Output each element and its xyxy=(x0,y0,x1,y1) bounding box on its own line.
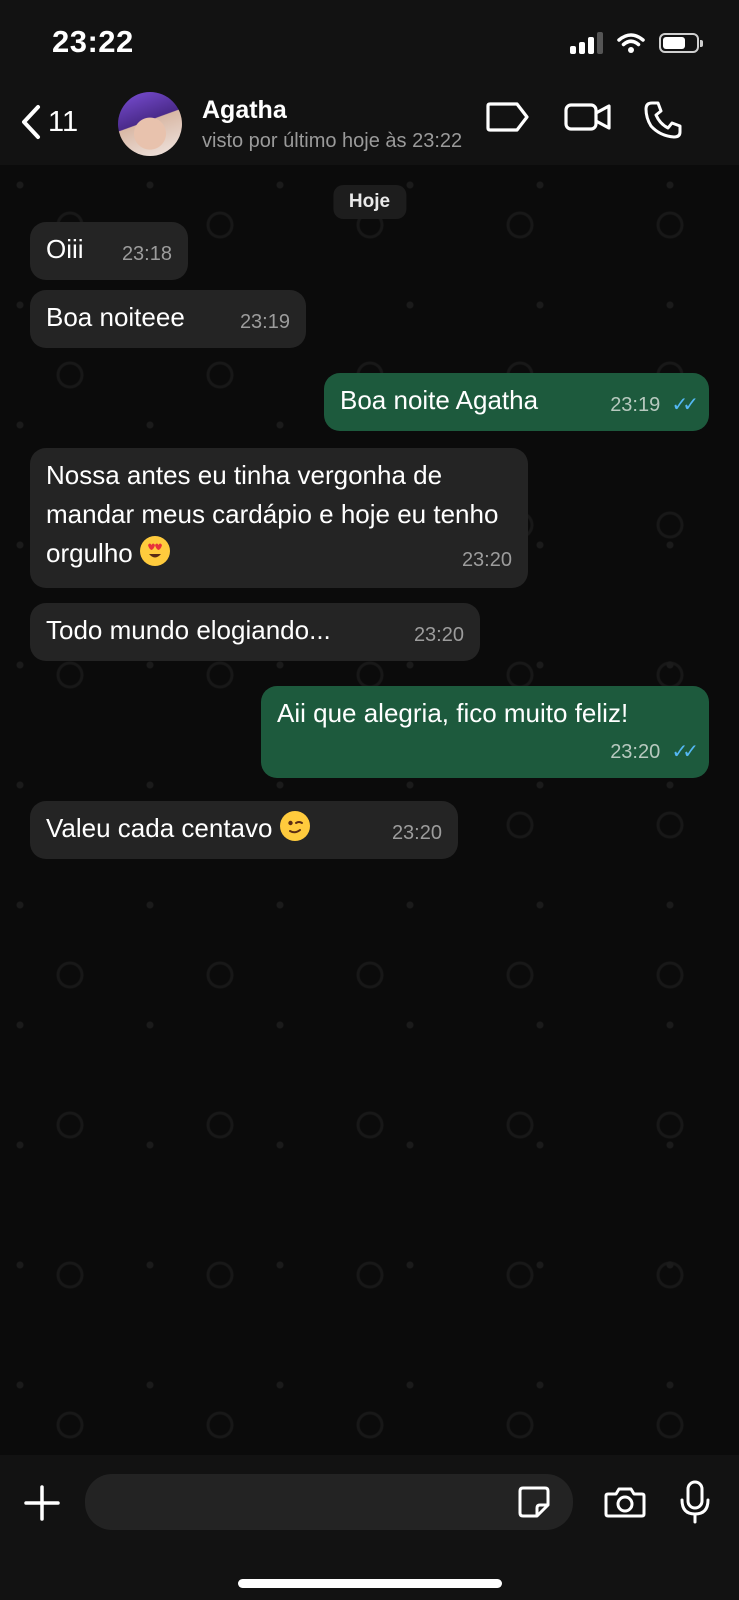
message-time: 23:20 xyxy=(413,624,464,646)
home-indicator xyxy=(238,1579,502,1588)
message-time: 23:19 xyxy=(239,311,290,333)
read-receipt-icon: ✓✓ xyxy=(671,741,698,763)
attach-plus-button[interactable] xyxy=(22,1483,62,1523)
message-text: Boa noite Agatha xyxy=(340,385,539,415)
contact-name[interactable]: Agatha xyxy=(202,96,287,125)
composer-bar xyxy=(0,1455,739,1600)
microphone-icon[interactable] xyxy=(679,1479,711,1525)
label-tag-icon[interactable] xyxy=(485,100,531,134)
camera-icon[interactable] xyxy=(604,1485,646,1519)
last-seen-status: visto por último hoje às 23:22 xyxy=(202,130,463,152)
message-time: 23:20 xyxy=(610,741,661,763)
battery-icon xyxy=(659,33,703,53)
message-incoming[interactable]: Valeu cada centavo 23:20 xyxy=(30,801,458,859)
message-incoming[interactable]: Boa noiteee 23:19 xyxy=(30,290,306,348)
voice-call-icon[interactable] xyxy=(643,100,683,140)
wifi-icon xyxy=(617,33,645,53)
message-incoming[interactable]: Todo mundo elogiando... 23:20 xyxy=(30,603,480,661)
message-time: 23:19 xyxy=(610,394,661,416)
message-text: Oiii xyxy=(46,234,84,264)
status-time: 23:22 xyxy=(52,24,134,59)
message-text: Todo mundo elogiando... xyxy=(46,615,331,645)
heart-eyes-emoji-icon xyxy=(139,536,170,566)
chat-area[interactable]: Hoje Oiii 23:18 Boa noiteee 23:19 Boa no… xyxy=(0,165,739,1455)
message-text: Boa noiteee xyxy=(46,302,185,332)
winking-face-emoji-icon xyxy=(279,811,310,841)
video-call-icon[interactable] xyxy=(563,100,613,134)
unread-count: 11 xyxy=(48,105,79,138)
cellular-signal-icon xyxy=(570,32,603,54)
message-outgoing[interactable]: Aii que alegria, fico muito feliz! 23:20… xyxy=(261,686,709,778)
date-separator: Hoje xyxy=(332,185,407,219)
status-bar: 23:22 xyxy=(0,0,739,90)
chevron-left-icon xyxy=(22,105,40,139)
message-time: 23:20 xyxy=(461,549,512,571)
message-time: 23:18 xyxy=(121,243,172,265)
contact-avatar[interactable] xyxy=(118,92,182,156)
message-outgoing[interactable]: Boa noite Agatha 23:19 ✓✓ xyxy=(324,373,709,431)
message-incoming[interactable]: Nossa antes eu tinha vergonha de mandar … xyxy=(30,448,528,588)
read-receipt-icon: ✓✓ xyxy=(671,394,698,416)
status-icons xyxy=(570,32,703,54)
message-text: Aii que alegria, fico muito feliz! xyxy=(277,698,629,728)
message-text: Valeu cada centavo xyxy=(46,813,273,843)
chat-header: 11 Agatha visto por último hoje às 23:22 xyxy=(0,90,739,165)
back-button[interactable]: 11 xyxy=(20,104,78,140)
message-input[interactable] xyxy=(85,1474,573,1530)
message-incoming[interactable]: Oiii 23:18 xyxy=(30,222,188,280)
message-text: Nossa antes eu tinha vergonha de mandar … xyxy=(46,460,499,568)
message-time: 23:20 xyxy=(391,822,442,844)
sticker-icon[interactable] xyxy=(517,1485,551,1519)
